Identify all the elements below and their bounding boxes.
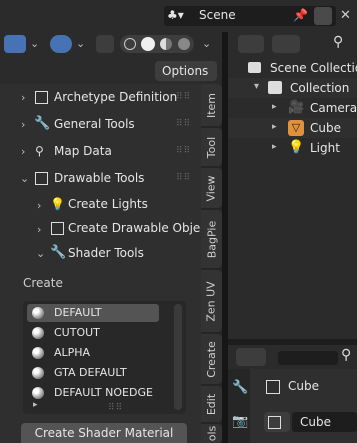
panel-create-lights[interactable]: Create Lights (68, 197, 148, 211)
scene-selector[interactable] (164, 6, 336, 26)
pin-icon[interactable]: 📌 (293, 8, 308, 22)
overlay-icon[interactable] (50, 35, 72, 53)
shader-list[interactable]: DEFAULT CUTOUT ALPHA GTA DEFAULT DEFAULT… (23, 301, 186, 414)
object-name[interactable]: Cube (288, 379, 319, 393)
chevron-down-icon[interactable]: ⌄ (202, 37, 211, 50)
list-resize-handle[interactable]: ⠿⠿ (108, 403, 123, 413)
expand-arrow-icon[interactable]: ▸ (272, 142, 277, 152)
material-shading-icon[interactable] (160, 38, 172, 50)
chevron-down-icon[interactable]: ⌄ (30, 37, 39, 50)
sphere-icon (32, 387, 44, 399)
list-item[interactable]: DEFAULT NOEDGE (27, 384, 159, 402)
panel-general-tools[interactable]: General Tools (54, 117, 135, 131)
expand-arrow-icon[interactable]: › (37, 223, 41, 236)
outliner-row[interactable]: ▸ ▽ Cube (228, 118, 357, 138)
wireframe-shading-icon[interactable] (124, 38, 136, 50)
list-expand-icon[interactable]: ▸ (33, 400, 38, 410)
expand-arrow-icon[interactable]: › (21, 91, 25, 104)
list-item[interactable]: GTA DEFAULT (27, 364, 159, 382)
sphere-icon (32, 347, 44, 359)
collapse-arrow-icon[interactable]: ⌄ (20, 172, 29, 185)
panel-create-drawable-objects[interactable]: Create Drawable Objects (68, 221, 218, 235)
sphere-icon (32, 367, 44, 379)
shader-tools-icon: 🔧 (50, 245, 67, 260)
list-item[interactable]: CUTOUT (27, 324, 159, 342)
light-icon: 💡 (288, 140, 305, 155)
sphere-icon (32, 307, 44, 319)
render-icon[interactable]: 📷 (232, 414, 248, 429)
camera-icon: 🎥 (288, 100, 305, 115)
sphere-icon (32, 327, 44, 339)
tab-edit[interactable]: Edit (201, 386, 222, 422)
drawable-icon (35, 172, 48, 185)
filter-icon[interactable] (272, 35, 300, 53)
collection-icon (268, 81, 282, 94)
new-scene-icon[interactable] (314, 7, 332, 25)
create-heading: Create (23, 276, 63, 290)
expand-arrow-icon[interactable]: ▸ (272, 102, 277, 112)
solid-shading-icon[interactable] (141, 37, 155, 51)
properties-search-field[interactable] (278, 351, 338, 365)
tool-settings-icon[interactable]: 🔧 (232, 380, 248, 395)
drawable-objects-icon (51, 222, 64, 235)
expand-arrow-icon[interactable]: › (21, 118, 25, 131)
expand-arrow-icon[interactable]: › (21, 145, 25, 158)
expand-arrow-icon[interactable]: › (37, 199, 41, 212)
collapse-arrow-icon[interactable]: ▾ (254, 81, 259, 92)
drag-handle[interactable]: ⠿⠿ (176, 92, 191, 102)
tab-tools[interactable]: ols (201, 424, 222, 443)
drag-handle[interactable]: ⠿⠿ (176, 146, 191, 156)
tab-item[interactable]: Item (201, 84, 222, 126)
mesh-data-icon (268, 416, 281, 429)
drag-handle[interactable]: ⠿⠿ (176, 173, 191, 183)
close-icon[interactable]: ✕ (340, 8, 351, 23)
list-scrollbar[interactable] (174, 304, 182, 410)
tab-create[interactable]: Create (201, 334, 222, 384)
expand-arrow-icon[interactable]: ▸ (272, 122, 277, 132)
xray-icon[interactable] (96, 35, 114, 53)
create-shader-material-button[interactable]: Create Shader Material (21, 423, 187, 443)
scene-icon[interactable]: ♣▾ (167, 8, 189, 24)
outliner-row[interactable]: ▾ Collection (228, 78, 357, 98)
list-item[interactable]: ALPHA (27, 344, 159, 362)
scene-name[interactable]: Scene (199, 8, 236, 22)
outliner-row[interactable]: Scene Collection (228, 58, 357, 78)
mesh-icon: ▽ (288, 120, 304, 136)
map-data-icon: ⚲ (35, 144, 44, 158)
options-button[interactable]: Options ⌄ (155, 61, 217, 98)
tab-view[interactable]: View (201, 168, 222, 208)
archetype-icon (35, 91, 48, 104)
list-item[interactable]: DEFAULT (27, 304, 159, 322)
sidebar-tabs: Item Tool View BagPie Zen UV Create Edit… (201, 84, 222, 443)
panel-shader-tools[interactable]: Shader Tools (68, 246, 144, 260)
object-icon (266, 380, 280, 394)
scene-collection-icon (248, 62, 261, 73)
transform-gizmo-icon[interactable] (4, 35, 26, 53)
chevron-down-icon[interactable]: ⌄ (76, 37, 85, 50)
collapse-arrow-icon[interactable]: ⌄ (36, 247, 45, 260)
search-icon[interactable]: ⚲ (341, 347, 351, 363)
mesh-data-name[interactable]: Cube (300, 415, 331, 429)
tab-zen-uv[interactable]: Zen UV (201, 270, 222, 332)
panel-drawable-tools[interactable]: Drawable Tools (54, 171, 144, 185)
tab-tool[interactable]: Tool (201, 128, 222, 166)
lightbulb-icon: 💡 (50, 197, 65, 211)
search-icon[interactable]: ⚲ (333, 34, 343, 50)
drag-handle[interactable]: ⠿⠿ (176, 119, 191, 129)
panel-archetype-definition[interactable]: Archetype Definition (54, 90, 177, 104)
rendered-shading-icon[interactable] (178, 38, 190, 50)
display-mode-icon[interactable] (238, 35, 264, 53)
wrench-icon: 🔧 (34, 116, 51, 131)
editor-type-icon[interactable] (236, 348, 266, 366)
outliner-row[interactable]: ▸ 💡 Light (228, 138, 357, 158)
tab-bagpie[interactable]: BagPie (201, 210, 222, 268)
outliner-row[interactable]: ▸ 🎥 Camera (228, 98, 357, 118)
panel-map-data[interactable]: Map Data (54, 144, 112, 158)
